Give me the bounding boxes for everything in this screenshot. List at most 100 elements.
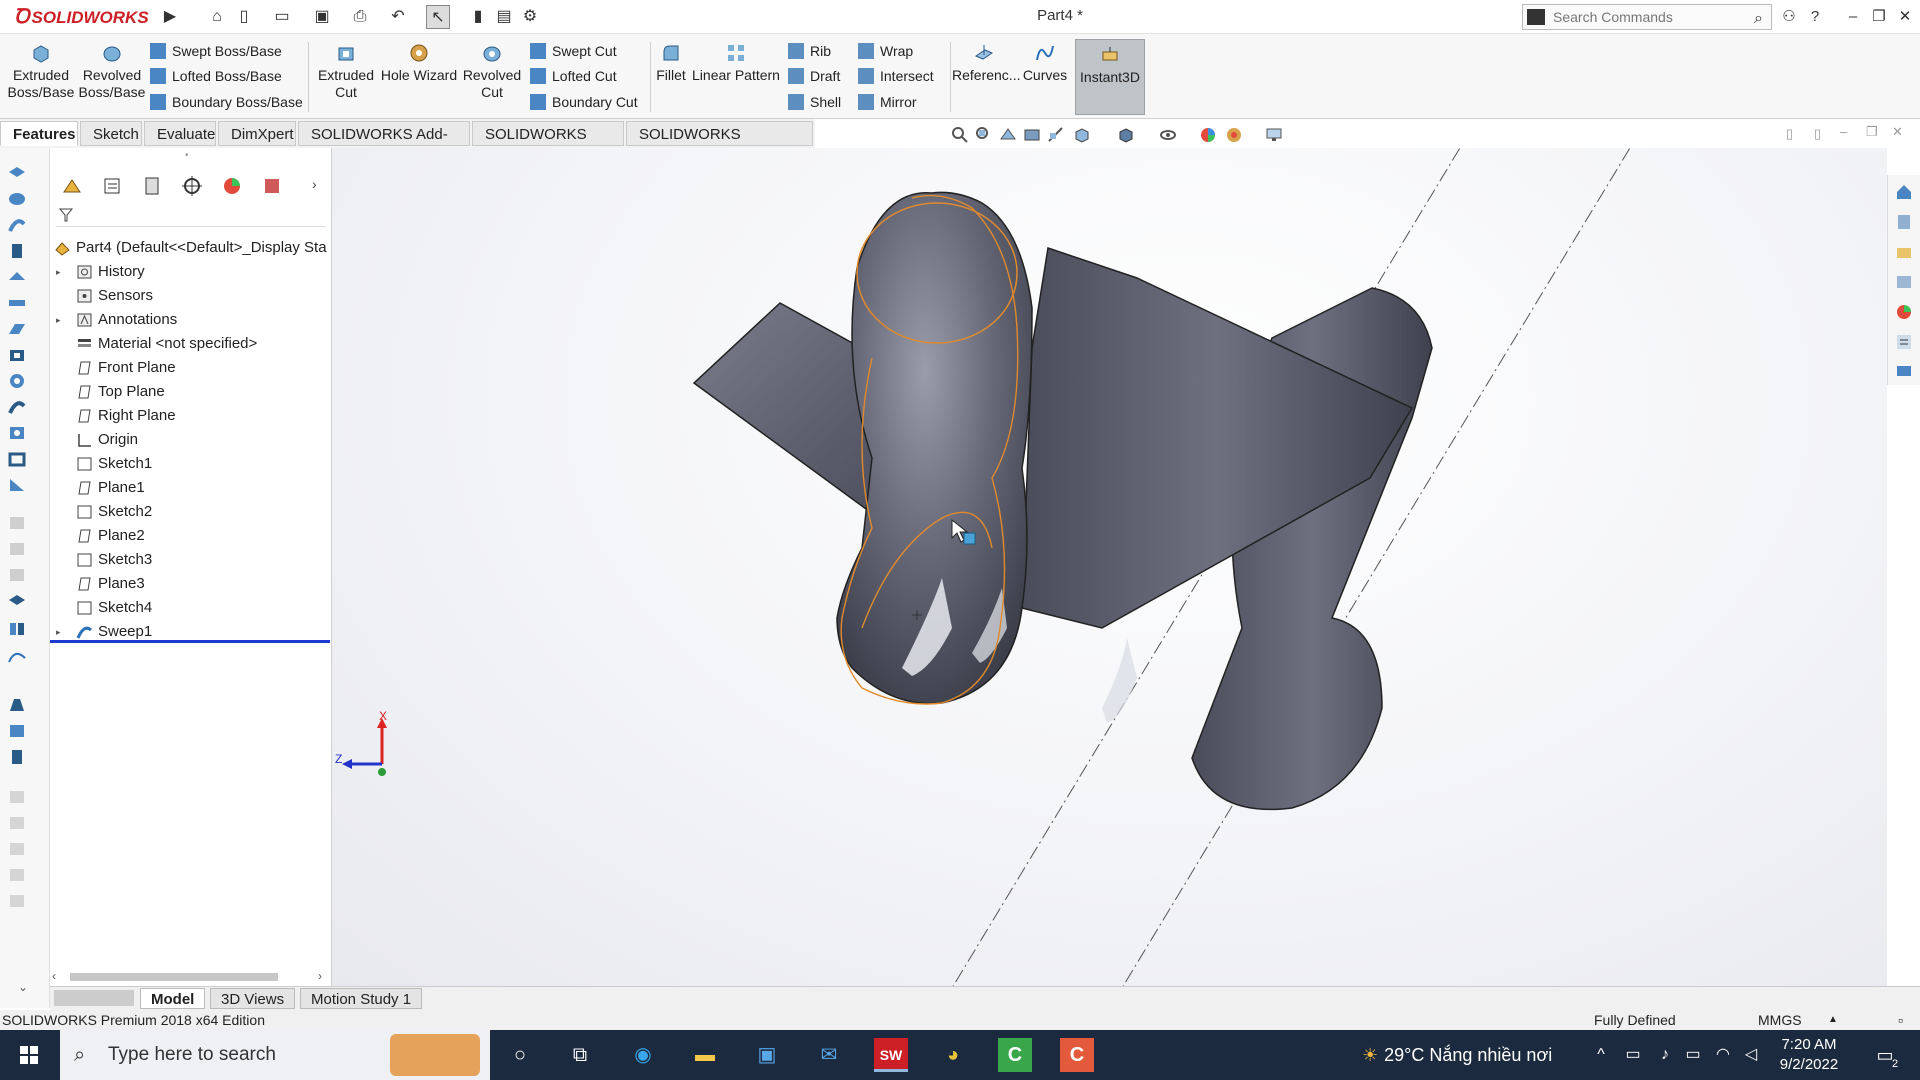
search-icon[interactable]: ⌕ (1754, 7, 1763, 31)
tab-solidworks-mbd[interactable]: SOLIDWORKS MBD (472, 121, 624, 168)
tab-navigation-arrows[interactable] (54, 990, 134, 1006)
expand-arrow-icon[interactable]: ▸ (56, 260, 66, 284)
panel-grip-icon[interactable]: • (185, 150, 189, 161)
move-face-tool-icon[interactable] (7, 748, 27, 766)
intersect-button[interactable]: Intersect (858, 65, 934, 87)
unit-system-selector[interactable]: MMGS (1758, 1010, 1802, 1030)
expand-menu-arrow-icon[interactable]: ▶ (158, 5, 182, 29)
revolve-tool-icon[interactable] (7, 190, 27, 208)
print-icon[interactable]: ⎙ (348, 5, 372, 29)
display-style-icon[interactable] (1116, 125, 1136, 145)
unit-menu-arrow-icon[interactable]: ▲ (1828, 1010, 1838, 1030)
lofted-cut-button[interactable]: Lofted Cut (530, 65, 617, 87)
taskbar-clock[interactable]: 7:20 AM 9/2/2022 (1764, 1035, 1854, 1075)
tree-item[interactable]: Origin (50, 428, 332, 452)
doc-tile-left-icon[interactable]: ▯ (1786, 126, 1793, 142)
tab-solidworks-inspection[interactable]: SOLIDWORKS Inspection (626, 121, 813, 168)
swept-cut-tool-icon[interactable] (7, 398, 27, 416)
draft-tool-icon[interactable] (7, 696, 27, 714)
tree-item[interactable]: Material <not specified> (50, 332, 332, 356)
show-hidden-icons-chevron[interactable]: ^ (1584, 1038, 1618, 1072)
tree-item[interactable]: ▸ Annotations (50, 308, 332, 332)
custom-properties-icon[interactable] (1895, 333, 1913, 351)
edit-appearance-icon[interactable] (1198, 125, 1218, 145)
revolved-boss-button[interactable]: Revolved Boss/Base (76, 38, 148, 101)
dynamic-annotation-icon[interactable] (1046, 125, 1066, 145)
rib-button[interactable]: Rib (788, 40, 831, 62)
microsoft-store-icon[interactable]: ▣ (750, 1038, 784, 1072)
revolve-cut-tool-icon[interactable] (7, 372, 27, 390)
solidworks-taskbar-icon[interactable]: SW (874, 1038, 908, 1072)
taskbar-search-box[interactable]: ⌕ Type here to search (60, 1030, 490, 1080)
doc-minimize-icon[interactable]: – (1840, 124, 1847, 139)
split-tool-icon[interactable] (7, 620, 27, 638)
search-commands-input[interactable]: Search Commands ⌕ (1522, 4, 1772, 30)
mail-icon[interactable]: ✉ (812, 1038, 846, 1072)
view-palette-icon[interactable] (1895, 273, 1913, 291)
lofted-boss-button[interactable]: Lofted Boss/Base (150, 65, 282, 87)
tab-sketch[interactable]: Sketch (80, 121, 142, 146)
tab-features[interactable]: Features (0, 121, 78, 146)
tree-item[interactable]: Sensors (50, 284, 332, 308)
extruded-cut-button[interactable]: Extruded Cut (314, 38, 378, 101)
tree-item[interactable]: Front Plane (50, 356, 332, 380)
tab-motion-study-1[interactable]: Motion Study 1 (300, 988, 423, 1009)
tree-filter-field[interactable] (56, 203, 326, 227)
sweep-tool-icon[interactable] (7, 216, 27, 234)
open-folder-icon[interactable]: ▭ (270, 5, 294, 29)
tree-item[interactable]: Sketch3 (50, 548, 332, 572)
design-library-icon[interactable] (1895, 213, 1913, 231)
property-manager-tab-icon[interactable] (96, 174, 128, 198)
camtasia-recorder-icon[interactable]: C (1060, 1038, 1094, 1072)
boundary-cut-button[interactable]: Boundary Cut (530, 91, 638, 113)
section-view-icon[interactable] (1022, 125, 1042, 145)
file-properties-icon[interactable]: ▤ (492, 5, 516, 29)
tree-item[interactable]: Plane2 (50, 524, 332, 548)
solidworks-resources-icon[interactable] (1895, 183, 1913, 201)
home-icon[interactable]: ⌂ (205, 5, 229, 29)
more-tabs-chevron-icon[interactable]: › (312, 176, 317, 192)
swept-cut-button[interactable]: Swept Cut (530, 40, 617, 62)
expand-arrow-icon[interactable]: ▸ (56, 308, 66, 332)
instant3d-button[interactable]: Instant3D (1075, 39, 1145, 115)
new-document-icon[interactable]: ▯ (232, 5, 256, 29)
tab-model[interactable]: Model (140, 988, 206, 1009)
selection-handle[interactable] (963, 532, 976, 545)
file-explorer-taskbar-icon[interactable]: ▬ (688, 1038, 722, 1072)
hide-show-items-icon[interactable] (1158, 125, 1178, 145)
camtasia-green-icon[interactable]: C (998, 1038, 1032, 1072)
3d-model-view[interactable] (332, 148, 1887, 986)
weather-widget[interactable]: ☀ 29°C Nắng nhiều nơi (1362, 1030, 1552, 1080)
instant3d-tool-icon[interactable] (7, 592, 27, 610)
graphics-area[interactable]: X Z (332, 148, 1887, 986)
close-icon[interactable]: ✕ (1894, 6, 1916, 28)
draft-button[interactable]: Draft (788, 65, 840, 87)
hole-tool-icon[interactable] (7, 424, 27, 442)
plane-tool-icon[interactable] (7, 320, 27, 338)
select-cursor-icon[interactable]: ↖ (426, 5, 450, 29)
zoom-to-area-icon[interactable] (974, 125, 994, 145)
save-icon[interactable]: ▣ (310, 5, 334, 29)
revolved-cut-button[interactable]: Revolved Cut (460, 38, 524, 101)
tree-item[interactable]: Top Plane (50, 380, 332, 404)
tree-item[interactable]: Right Plane (50, 404, 332, 428)
file-explorer-icon[interactable] (1895, 243, 1913, 261)
user-icon[interactable]: ⚇ (1778, 6, 1800, 28)
expand-strip-chevron-icon[interactable]: ⌄ (18, 980, 28, 994)
mirror-button[interactable]: Mirror (858, 91, 917, 113)
tree-item[interactable]: Sketch4 (50, 596, 332, 620)
doc-close-icon[interactable]: ✕ (1892, 124, 1903, 140)
scroll-right-icon[interactable]: › (318, 969, 322, 983)
undo-icon[interactable]: ↶ (386, 5, 410, 29)
cam-manager-tab-icon[interactable] (256, 174, 288, 198)
thicken-tool-icon[interactable] (7, 294, 27, 312)
tree-item[interactable]: Sketch1 (50, 452, 332, 476)
zoom-to-fit-icon[interactable] (950, 125, 970, 145)
tree-item[interactable]: Plane1 (50, 476, 332, 500)
curves-button[interactable]: Curves (1018, 38, 1072, 84)
options-gear-icon[interactable]: ⚙ (518, 5, 542, 29)
battery-icon[interactable]: ▭ (1676, 1038, 1710, 1072)
rebuild-icon[interactable]: ▮ (466, 5, 490, 29)
fillet-button[interactable]: Fillet (652, 38, 690, 84)
cut-tool-icon[interactable] (7, 346, 27, 364)
